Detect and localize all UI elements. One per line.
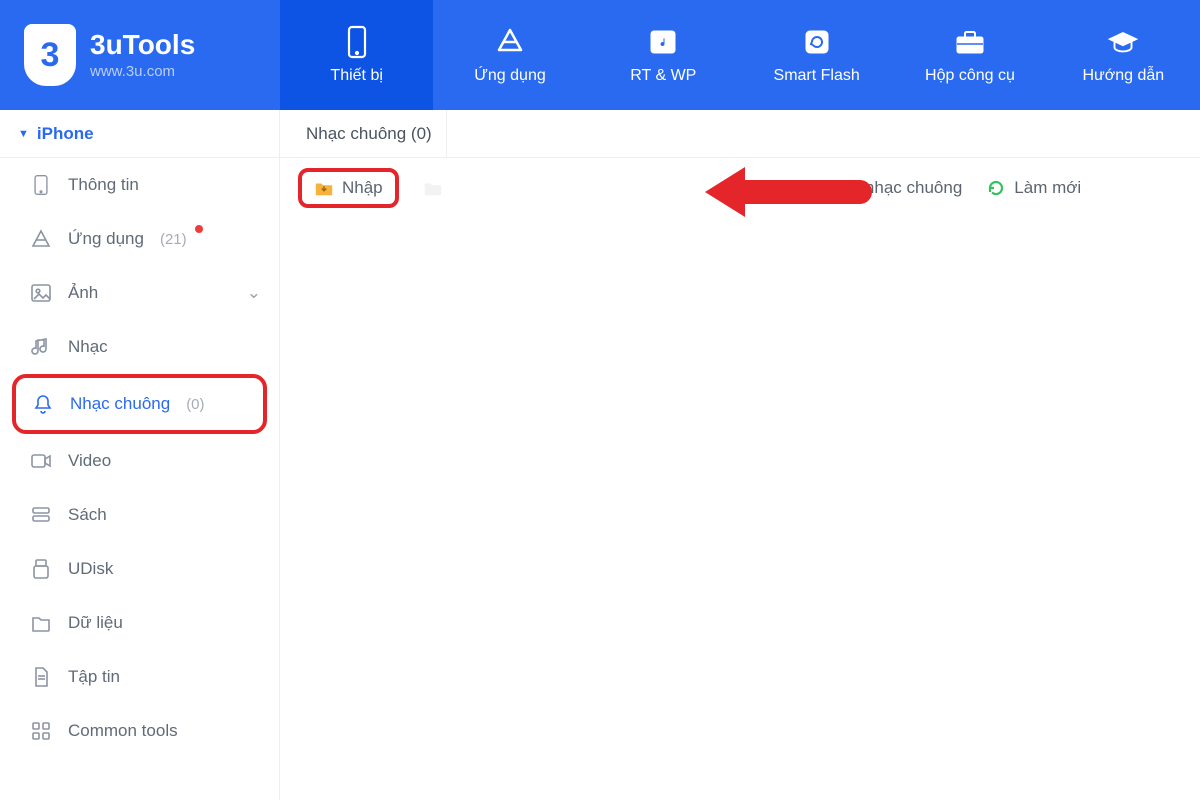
top-nav: Thiết bị Ứng dụng RT & WP Smart Flash Hộ… <box>280 0 1200 110</box>
nav-rt-wp[interactable]: RT & WP <box>587 0 740 110</box>
sidebar-item-ringtones[interactable]: Nhạc chuông (0) <box>12 374 267 434</box>
refresh-button[interactable]: Làm mới <box>986 178 1081 198</box>
nav-label: Ứng dụng <box>474 67 546 85</box>
content-panel: Nhạc chuông (0) Nhập <box>280 110 1200 800</box>
refresh-icon <box>986 178 1006 198</box>
app-subtitle: www.3u.com <box>90 63 195 80</box>
logo-icon: 3 <box>24 24 76 86</box>
app-title: 3uTools <box>90 30 195 61</box>
nav-label: RT & WP <box>630 67 696 85</box>
flash-icon <box>800 25 834 59</box>
nav-label: Smart Flash <box>774 67 860 85</box>
grid-icon <box>30 720 52 742</box>
nav-device[interactable]: Thiết bị <box>280 0 433 110</box>
sidebar-item-music[interactable]: Nhạc <box>0 320 279 374</box>
sidebar-item-label: Ứng dụng <box>68 229 144 249</box>
sidebar-item-label: Sách <box>68 505 107 525</box>
file-icon <box>30 666 52 688</box>
grad-cap-icon <box>1106 25 1140 59</box>
sidebar-item-label: Ảnh <box>68 283 98 303</box>
sidebar-item-label: Video <box>68 451 111 471</box>
sidebar-item-books[interactable]: Sách <box>0 488 279 542</box>
nav-label: Thiết bị <box>330 67 382 85</box>
import-button[interactable]: Nhập <box>298 168 399 208</box>
sidebar-item-apps[interactable]: Ứng dụng (21) <box>0 212 279 266</box>
sidebar-item-video[interactable]: Video <box>0 434 279 488</box>
sidebar-item-label: Nhạc chuông <box>70 394 170 414</box>
sidebar: ▼ iPhone Thông tin Ứng dụng (21) Ảnh ⌄ N… <box>0 110 280 800</box>
sidebar-item-label: Nhạc <box>68 337 108 357</box>
sidebar-item-files[interactable]: Tập tin <box>0 650 279 704</box>
import-label: Nhập <box>342 178 383 198</box>
sidebar-item-label: Common tools <box>68 721 178 741</box>
notification-dot-icon <box>195 225 203 233</box>
nav-label: Hộp công cụ <box>925 67 1015 85</box>
bell-icon <box>32 393 54 415</box>
export-folder-icon <box>423 178 443 198</box>
sidebar-item-common-tools[interactable]: Common tools <box>0 704 279 758</box>
books-icon <box>30 504 52 526</box>
refresh-label: Làm mới <box>1014 178 1081 198</box>
sidebar-item-label: Dữ liệu <box>68 613 123 633</box>
nav-apps[interactable]: Ứng dụng <box>433 0 586 110</box>
annotation-arrow-icon <box>705 162 875 227</box>
nav-guide[interactable]: Hướng dẫn <box>1047 0 1200 110</box>
main-area: ▼ iPhone Thông tin Ứng dụng (21) Ảnh ⌄ N… <box>0 110 1200 800</box>
sidebar-item-label: UDisk <box>68 559 113 579</box>
music-file-icon <box>646 25 680 59</box>
sidebar-header-label: iPhone <box>37 124 94 144</box>
logo-block: 3 3uTools www.3u.com <box>0 0 280 110</box>
app-header: 3 3uTools www.3u.com Thiết bị Ứng dụng R… <box>0 0 1200 110</box>
sidebar-item-count: (21) <box>160 231 187 248</box>
tab-label: Nhạc chuông (0) <box>306 124 432 144</box>
dropdown-triangle-icon: ▼ <box>18 128 29 140</box>
phone-icon <box>340 25 374 59</box>
sidebar-item-info[interactable]: Thông tin <box>0 158 279 212</box>
export-button[interactable] <box>423 178 443 198</box>
music-icon <box>30 336 52 358</box>
sidebar-item-data[interactable]: Dữ liệu <box>0 596 279 650</box>
video-icon <box>30 450 52 472</box>
sidebar-item-udisk[interactable]: UDisk <box>0 542 279 596</box>
sidebar-item-photos[interactable]: Ảnh ⌄ <box>0 266 279 320</box>
toolbox-icon <box>953 25 987 59</box>
import-folder-icon <box>314 178 334 198</box>
disk-icon <box>30 558 52 580</box>
device-icon <box>30 174 52 196</box>
appstore-icon <box>30 228 52 250</box>
appstore-icon <box>493 25 527 59</box>
folder-icon <box>30 612 52 634</box>
sidebar-item-count: (0) <box>186 396 204 413</box>
image-icon <box>30 282 52 304</box>
sidebar-item-label: Tập tin <box>68 667 120 687</box>
content-tabs: Nhạc chuông (0) <box>280 110 1200 158</box>
nav-toolbox[interactable]: Hộp công cụ <box>893 0 1046 110</box>
sidebar-item-label: Thông tin <box>68 175 139 195</box>
chevron-down-icon: ⌄ <box>247 283 261 303</box>
toolbar: Nhập Xóa Tạo nhạc ch <box>280 158 1200 218</box>
sidebar-device-header[interactable]: ▼ iPhone <box>0 110 279 158</box>
nav-smart-flash[interactable]: Smart Flash <box>740 0 893 110</box>
tab-ringtones[interactable]: Nhạc chuông (0) <box>292 110 447 157</box>
nav-label: Hướng dẫn <box>1082 67 1164 85</box>
